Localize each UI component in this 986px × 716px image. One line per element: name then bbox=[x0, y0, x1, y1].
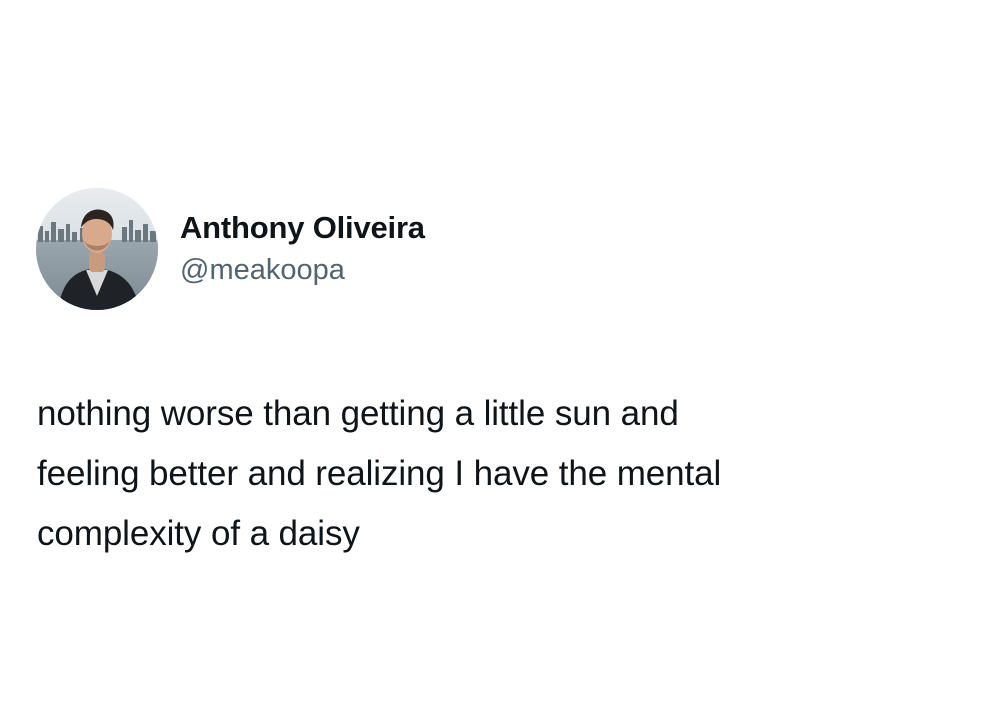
tweet-text-line: complexity of a daisy bbox=[37, 514, 360, 553]
author-row: Anthony Oliveira @meakoopa bbox=[36, 188, 425, 310]
tweet-text: nothing worse than getting a little sun … bbox=[37, 384, 957, 564]
author-display-name[interactable]: Anthony Oliveira bbox=[180, 208, 425, 248]
author-handle[interactable]: @meakoopa bbox=[180, 250, 425, 290]
tweet-card: Anthony Oliveira @meakoopa nothing worse… bbox=[0, 0, 986, 716]
avatar[interactable] bbox=[36, 188, 158, 310]
tweet-text-line: nothing worse than getting a little sun … bbox=[37, 394, 679, 433]
author-text: Anthony Oliveira @meakoopa bbox=[180, 208, 425, 290]
tweet-text-line: feeling better and realizing I have the … bbox=[37, 454, 722, 493]
profile-photo-icon bbox=[36, 188, 158, 310]
